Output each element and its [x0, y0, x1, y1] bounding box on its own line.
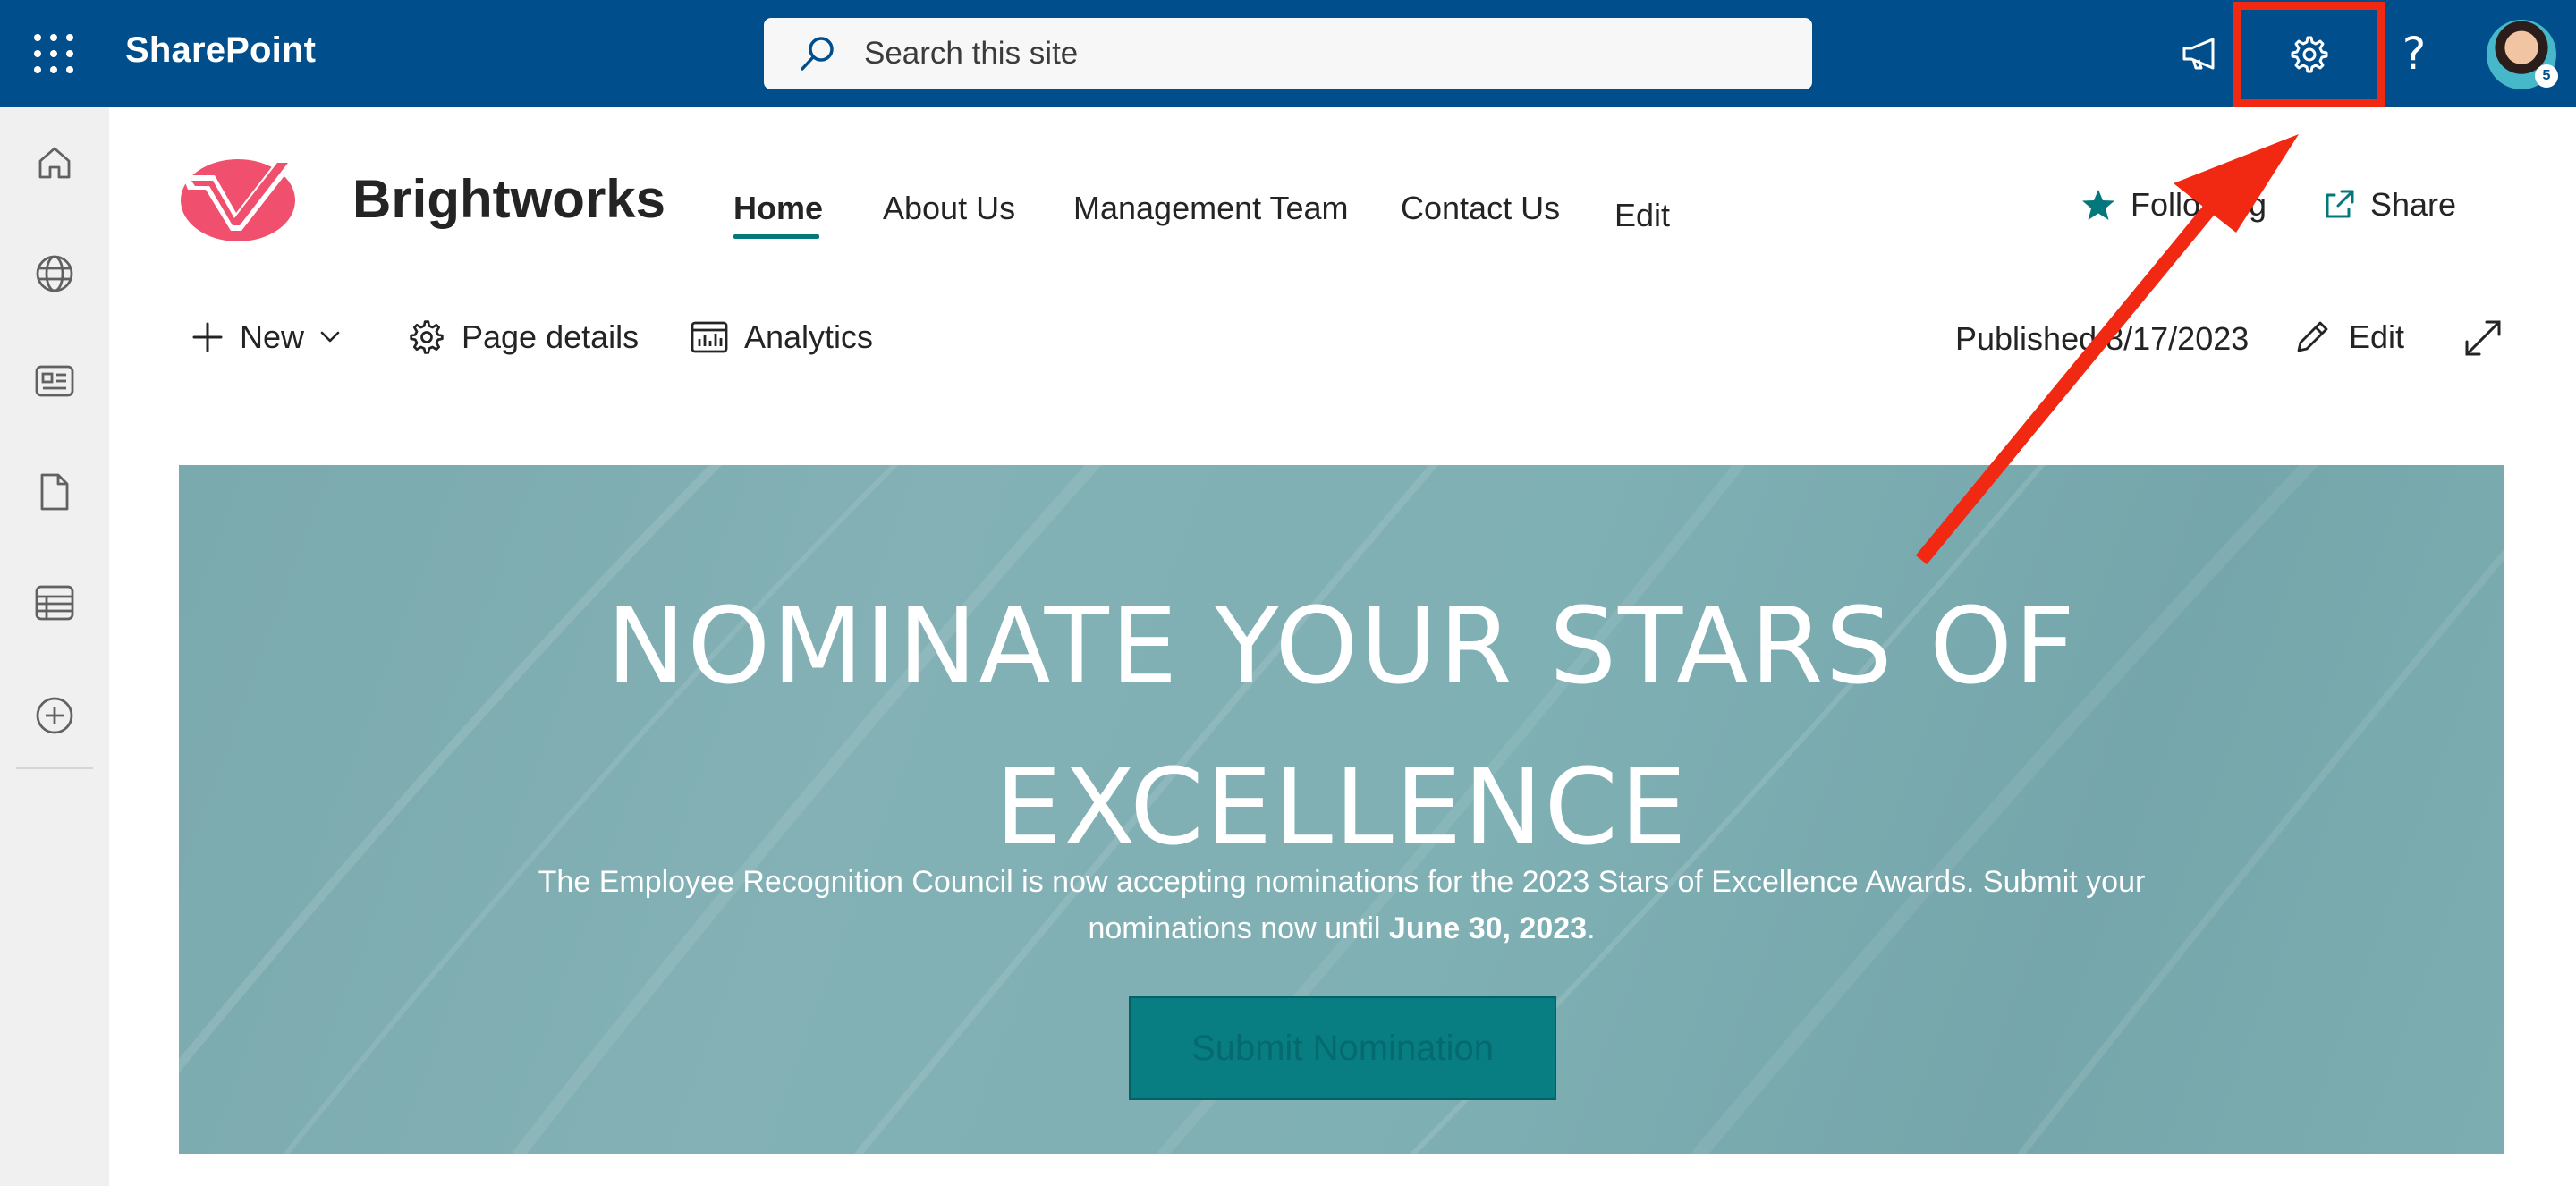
rail-divider	[16, 767, 93, 769]
add-circle-icon[interactable]	[28, 689, 81, 742]
hero-deadline: June 30, 2023	[1388, 911, 1588, 945]
analytics-label: Analytics	[744, 318, 874, 355]
chevron-down-icon	[320, 331, 340, 343]
site-title[interactable]: Brightworks	[352, 168, 665, 230]
search-icon	[801, 37, 834, 71]
nav-item-management-team[interactable]: Management Team	[1073, 190, 1349, 227]
share-label: Share	[2370, 186, 2457, 223]
plus-icon	[192, 322, 223, 352]
edit-button[interactable]: Edit	[2293, 318, 2404, 356]
suite-bar: SharePoint Search this site ? 5	[0, 0, 2576, 107]
published-date: Published 8/17/2023	[1955, 320, 2250, 357]
list-icon[interactable]	[28, 576, 81, 630]
help-icon[interactable]: ?	[2394, 27, 2435, 80]
expand-icon[interactable]	[2462, 317, 2504, 360]
new-button[interactable]: New	[191, 318, 356, 356]
settings-icon	[410, 320, 444, 354]
following-label: Following	[2131, 186, 2267, 223]
hero-title-line-1: NOMINATE YOUR STARS OF	[606, 584, 2077, 707]
page-details-button[interactable]: Page details	[408, 318, 639, 356]
gear-icon[interactable]	[2281, 27, 2334, 80]
nav-active-indicator	[733, 234, 819, 239]
pencil-icon	[2297, 321, 2328, 352]
search-box[interactable]: Search this site	[764, 18, 1812, 89]
share-icon	[2326, 190, 2354, 218]
share-button[interactable]: Share	[2322, 186, 2456, 224]
hero-description: The Employee Recognition Council is now …	[501, 859, 2182, 952]
home-icon[interactable]	[28, 136, 81, 190]
nav-item-home[interactable]: Home	[733, 190, 823, 227]
app-rail	[0, 107, 109, 1186]
waffle-icon[interactable]	[34, 34, 73, 73]
nav-item-about-us[interactable]: About Us	[883, 190, 1015, 227]
avatar[interactable]: 5	[2487, 20, 2558, 89]
globe-icon[interactable]	[28, 247, 81, 301]
star-icon	[2082, 190, 2114, 220]
avatar-badge: 5	[2535, 64, 2558, 88]
edit-label: Edit	[2349, 318, 2405, 355]
nav-item-contact-us[interactable]: Contact Us	[1401, 190, 1560, 227]
hero-description-end: .	[1587, 911, 1596, 945]
page-details-label: Page details	[462, 318, 640, 355]
following-button[interactable]: Following	[2080, 186, 2267, 224]
hero-banner: NOMINATE YOUR STARS OF EXCELLENCE The Em…	[179, 465, 2504, 1154]
submit-nomination-button[interactable]: Submit Nomination	[1129, 996, 1556, 1100]
document-icon[interactable]	[28, 465, 81, 519]
app-name[interactable]: SharePoint	[125, 30, 316, 71]
analytics-icon	[691, 321, 728, 353]
megaphone-icon[interactable]	[2174, 27, 2227, 80]
news-icon[interactable]	[28, 354, 81, 408]
hero-description-text: The Employee Recognition Council is now …	[538, 865, 2146, 945]
hero-title: NOMINATE YOUR STARS OF EXCELLENCE	[179, 565, 2504, 887]
analytics-button[interactable]: Analytics	[691, 318, 873, 356]
nav-edit-link[interactable]: Edit	[1614, 197, 1670, 234]
site-logo[interactable]	[179, 148, 301, 243]
search-placeholder: Search this site	[864, 36, 1079, 71]
new-label: New	[240, 318, 305, 355]
